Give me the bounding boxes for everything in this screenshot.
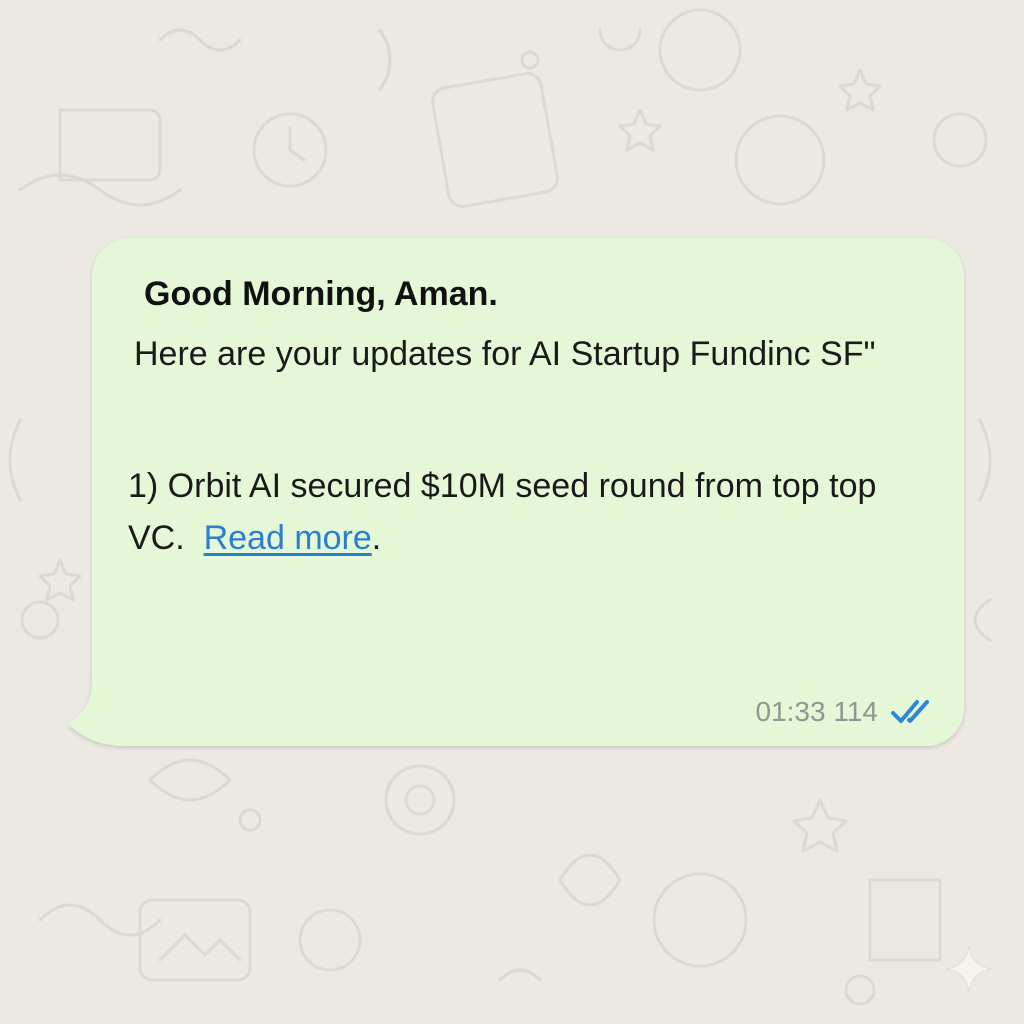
updates-intro-text: Here are your updates for AI Startup Fun… <box>134 335 876 373</box>
greeting-heading: Good Morning, Aman. <box>144 275 498 313</box>
double-check-icon <box>891 700 929 723</box>
outgoing-message-bubble: Good Morning, Aman. Here are your update… <box>66 238 964 748</box>
message-timestamp: 01:33 114 <box>755 696 879 727</box>
sparkle-icon <box>945 945 993 993</box>
link-suffix: . <box>371 519 382 557</box>
update-item-1: 1) Orbit AI secured $10M seed round from… <box>128 460 928 564</box>
read-more-link[interactable]: Read more <box>204 519 372 557</box>
message-meta: 01:33 114 <box>756 696 937 728</box>
